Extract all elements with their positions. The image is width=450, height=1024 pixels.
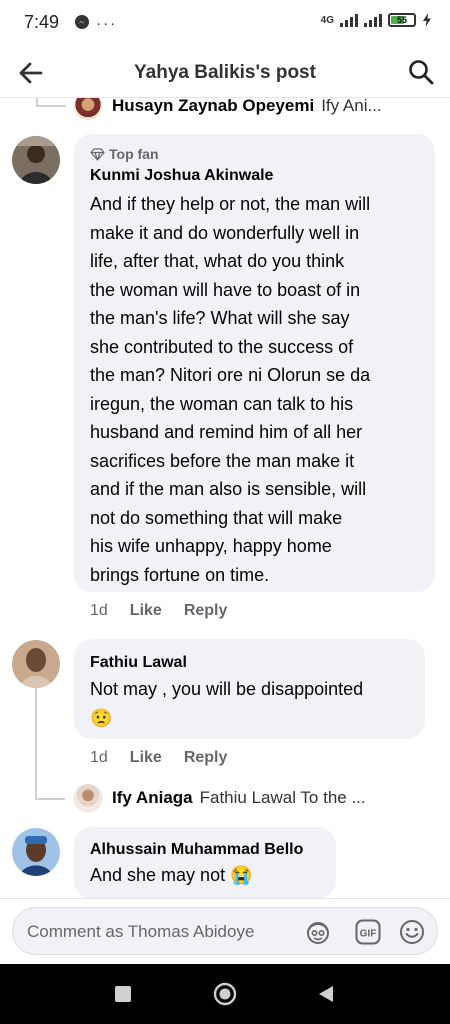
charging-icon [423,13,431,27]
reply-author[interactable]: Ify Aniaga [112,788,193,808]
emoji-icon [400,920,424,944]
crying-emoji: 😭 [230,865,253,885]
comment-author[interactable]: Alhussain Muhammad Bello [90,841,303,859]
previous-reply[interactable]: Husayn Zaynab Opeyemi Ify Ani... [74,98,382,120]
diamond-icon [90,147,105,161]
comment-bubble[interactable]: Alhussain Muhammad Bello And she may not… [74,827,336,898]
recents-button[interactable] [111,982,135,1006]
search-button[interactable] [406,57,436,87]
comments-list[interactable]: Husayn Zaynab Opeyemi Ify Ani... Top fan… [0,98,450,898]
reply-button[interactable]: Reply [184,602,228,620]
thread-connector [35,798,65,800]
comment-time: 1d [90,749,108,766]
comment-text: Not may , you will be disappointed 😟 [90,675,415,732]
circle-icon [213,982,237,1006]
comment-text: And if they help or not, the man will ma… [90,194,371,585]
reply-button[interactable]: Reply [184,749,228,767]
avatar[interactable] [74,98,102,120]
svg-text:GIF: GIF [360,929,377,940]
network-label: 4G [320,14,334,26]
comment-text: And she may not 😭 [90,865,253,885]
reply-snippet: Ify Ani... [321,98,382,115]
signal-icon-1 [340,13,358,27]
gif-icon: GIF [355,919,381,945]
thread-connector [36,105,66,107]
comment-bubble[interactable]: Top fan Kunmi Joshua Akinwale And if the… [74,134,435,592]
triangle-icon [319,986,333,1002]
signal-icon-2 [364,13,382,27]
comment-composer-bar: Comment as Thomas Abidoye GIF [0,898,450,964]
status-bar: 7:49 ··· 4G 55 [0,0,450,48]
battery-icon: 55 [388,13,416,27]
worried-emoji: 😟 [90,707,113,728]
like-button[interactable]: Like [130,749,162,767]
square-icon [115,986,131,1002]
comment-bubble[interactable]: Fathiu Lawal Not may , you will be disap… [74,639,425,739]
search-icon [409,60,434,85]
comment-time: 1d [90,602,108,619]
avatar[interactable] [74,784,102,812]
comment-input[interactable]: Comment as Thomas Abidoye GIF [12,907,438,955]
avatar-sticker-icon [307,922,329,944]
avatar[interactable] [12,640,60,688]
thread-line [35,688,37,800]
avatar-sticker-button[interactable] [305,919,331,945]
reply-author[interactable]: Husayn Zaynab Opeyemi [112,98,314,116]
back-nav-button[interactable] [314,982,338,1006]
badge-label: Top fan [109,146,159,162]
nested-reply[interactable]: Ify Aniaga Fathiu Lawal To the ... [74,784,366,812]
comment-actions: 1d Like Reply [90,602,227,620]
more-notifications-text: ··· [96,15,118,32]
page-title: Yahya Balikis's post [134,62,316,83]
post-header: Yahya Balikis's post [0,48,450,98]
reply-snippet: Fathiu Lawal To the ... [199,788,366,807]
avatar[interactable] [12,136,60,184]
notification-icons: ··· [74,14,117,32]
avatar[interactable] [12,828,60,876]
comment-author[interactable]: Fathiu Lawal [90,654,187,672]
status-time: 7:49 [24,12,60,32]
like-button[interactable]: Like [130,602,162,620]
system-navigation-bar [0,964,450,1024]
gif-button[interactable]: GIF [355,919,381,945]
comment-placeholder: Comment as Thomas Abidoye [27,922,255,941]
messenger-icon [75,15,89,29]
emoji-button[interactable] [399,919,425,945]
status-right: 4G 55 [321,13,432,27]
comment-author[interactable]: Kunmi Joshua Akinwale [90,167,273,185]
comment-actions: 1d Like Reply [90,749,227,767]
top-fan-badge: Top fan [90,146,159,162]
home-button[interactable] [213,982,237,1006]
